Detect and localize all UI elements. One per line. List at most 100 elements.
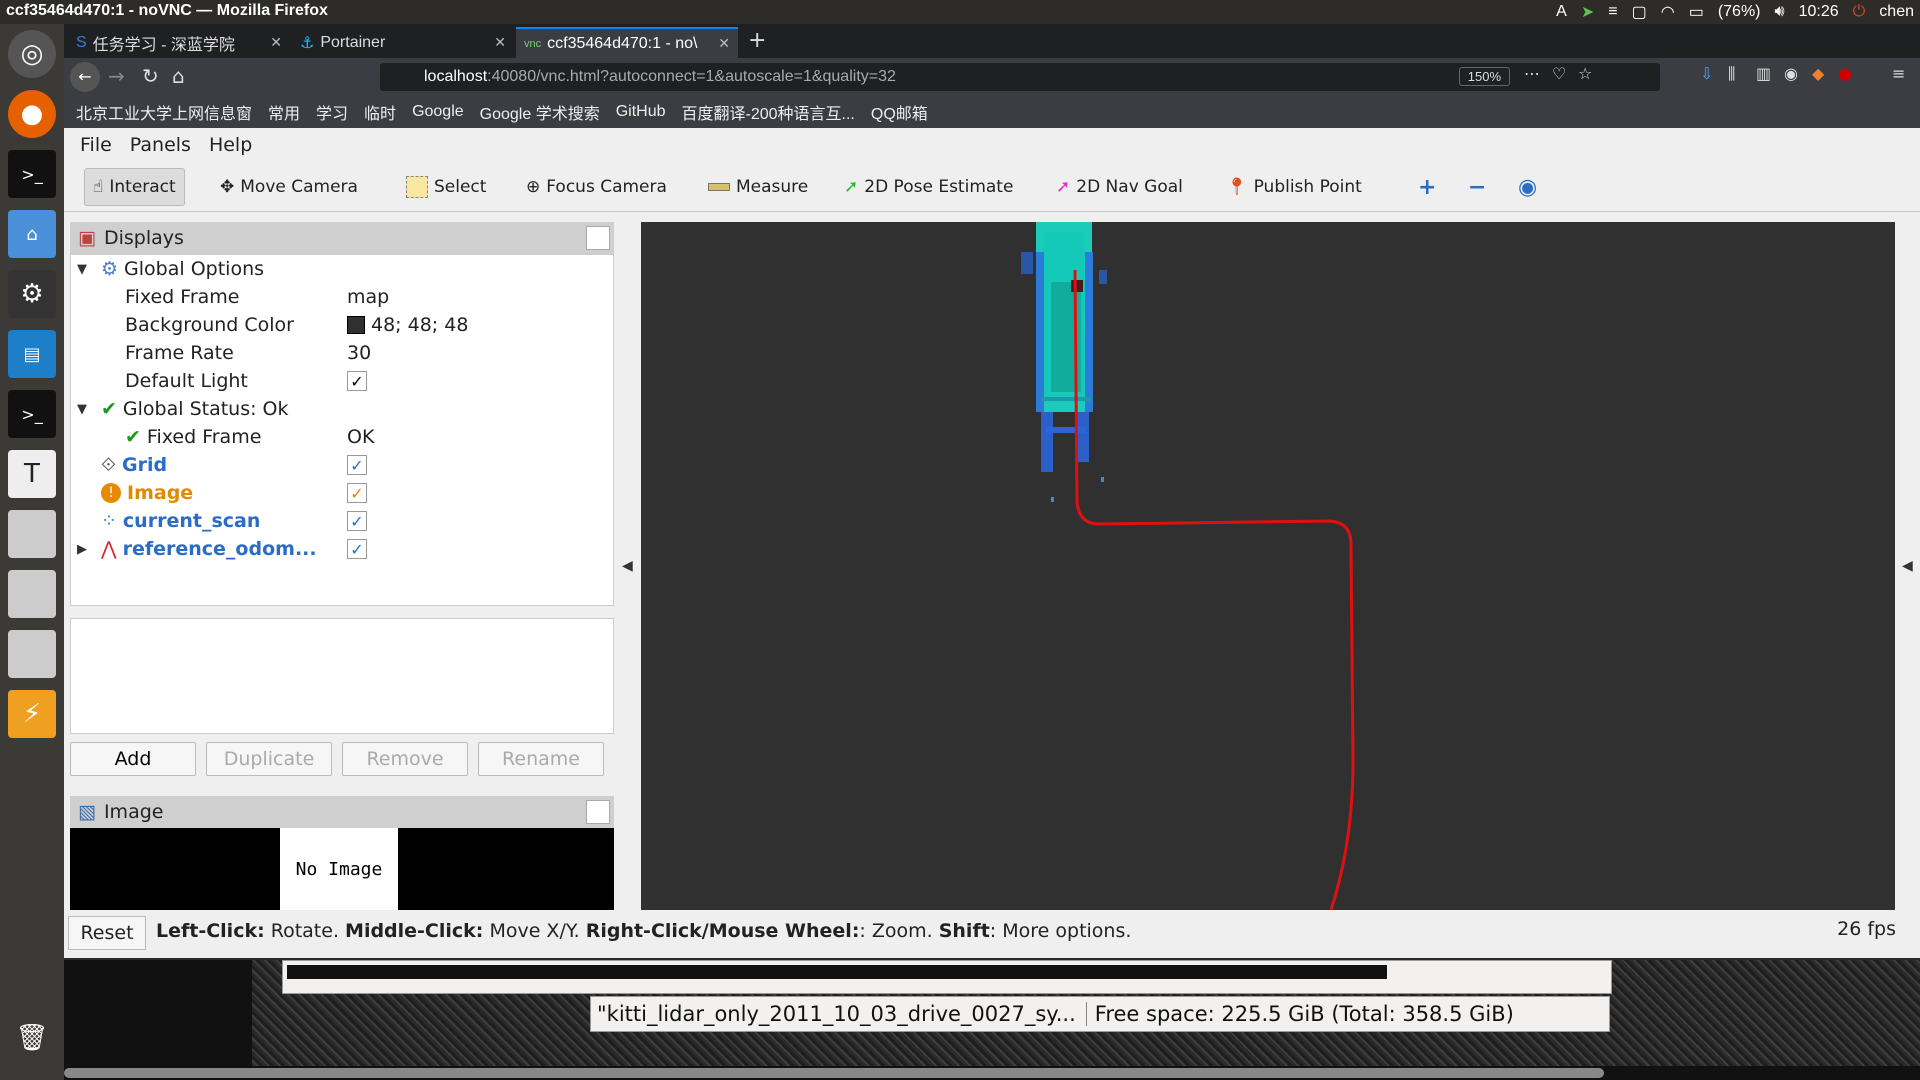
page-horizontal-scrollbar[interactable] — [64, 1068, 1604, 1078]
wifi-icon[interactable]: ◠ — [1661, 2, 1675, 22]
tool-2d-nav-goal[interactable]: ➚ 2D Nav Goal — [1048, 168, 1191, 206]
power-icon[interactable]: ⏻ — [1853, 3, 1866, 21]
vscode-icon[interactable]: ▤ — [8, 330, 56, 378]
tab-deepblue[interactable]: S 任务学习 - 深蓝学院 ✕ — [68, 27, 290, 58]
extension-icon[interactable]: ◆ — [1812, 64, 1824, 83]
window-icon[interactable]: ▢ — [1632, 2, 1647, 22]
menu-panels[interactable]: Panels — [130, 134, 191, 156]
ublock-icon[interactable]: ● — [1838, 64, 1852, 83]
bookmark-item[interactable]: QQ邮箱 — [871, 100, 928, 124]
sidebar-icon[interactable]: ▥ — [1756, 64, 1771, 83]
trash-icon[interactable]: 🗑︎ — [8, 1014, 56, 1062]
zoom-level[interactable]: 150% — [1458, 67, 1510, 86]
bookmark-star-icon[interactable]: ☆ — [1578, 64, 1592, 83]
battery-icon[interactable]: ▭ — [1689, 2, 1704, 22]
bookmark-folder[interactable]: 学习 — [316, 100, 348, 124]
tree-row-grid[interactable]: ⟐ Grid ✓ — [71, 451, 615, 479]
grid-checkbox[interactable]: ✓ — [347, 455, 367, 475]
url-bar[interactable]: localhost:40080/vnc.html?autoconnect=1&a… — [380, 63, 1660, 91]
tree-row-background-color[interactable]: Background Color 48; 48; 48 — [71, 311, 615, 339]
bookmark-item[interactable]: 百度翻译-200种语言互... — [682, 100, 855, 124]
new-tab-icon[interactable]: + — [748, 28, 766, 53]
telegram-icon[interactable]: ➤ — [1581, 2, 1594, 22]
tool-publish-point[interactable]: 📍︎ Publish Point — [1218, 168, 1370, 206]
close-icon[interactable]: ✕ — [718, 35, 730, 52]
image-checkbox[interactable]: ✓ — [347, 483, 367, 503]
text-editor-icon[interactable]: T — [8, 450, 56, 498]
reload-icon[interactable]: ↻ — [142, 64, 159, 88]
collapse-left-icon[interactable]: ◀ — [622, 558, 633, 574]
bookmark-folder[interactable]: 临时 — [364, 100, 396, 124]
user-name[interactable]: chen — [1879, 3, 1914, 21]
tree-row-default-light[interactable]: Default Light ✓ — [71, 367, 615, 395]
bookmark-item[interactable]: Google — [412, 103, 464, 121]
duplicate-button[interactable]: Duplicate — [206, 742, 332, 776]
tree-row-fixed-frame[interactable]: Fixed Frame map — [71, 283, 615, 311]
remove-tool-icon[interactable]: − — [1460, 168, 1494, 206]
tree-row-global-options[interactable]: ▼ ⚙ Global Options — [71, 255, 615, 283]
color-swatch[interactable] — [347, 316, 365, 334]
home-icon[interactable]: ⌂ — [172, 64, 185, 88]
files-icon[interactable]: ⌂ — [8, 210, 56, 258]
terminal2-icon[interactable]: >_ — [8, 390, 56, 438]
current-scan-checkbox[interactable]: ✓ — [347, 511, 367, 531]
float-button[interactable] — [586, 226, 610, 250]
reference-odom-checkbox[interactable]: ✓ — [347, 539, 367, 559]
settings-icon[interactable]: ⚙ — [8, 270, 56, 318]
expand-arrow-icon[interactable]: ▼ — [77, 262, 87, 277]
firefox-icon[interactable]: ● — [8, 90, 56, 138]
bg-color-value[interactable]: 48; 48; 48 — [371, 314, 468, 336]
menu-icon[interactable]: ≡ — [1608, 3, 1617, 21]
drive3-icon[interactable] — [8, 630, 56, 678]
back-icon[interactable]: ← — [70, 62, 100, 92]
bookmark-item[interactable]: Google 学术搜索 — [480, 100, 600, 124]
tree-row-current-scan[interactable]: ⁘ current_scan ✓ — [71, 507, 615, 535]
ubuntu-dash-icon[interactable]: ◎ — [8, 30, 56, 78]
tool-select[interactable]: Select — [398, 168, 494, 206]
tree-row-global-status[interactable]: ▼ ✔ Global Status: Ok — [71, 395, 615, 423]
bookmark-folder[interactable]: 常用 — [268, 100, 300, 124]
tab-novnc[interactable]: vnc ccf35464d470:1 - no\ ✕ — [516, 27, 738, 58]
collapse-right-icon[interactable]: ◀ — [1902, 558, 1913, 574]
volume-icon[interactable]: 🔊︎ — [1775, 3, 1785, 21]
terminal-icon[interactable]: >_ — [8, 150, 56, 198]
remove-button[interactable]: Remove — [342, 742, 468, 776]
close-icon[interactable]: ✕ — [270, 34, 282, 51]
close-icon[interactable]: ✕ — [494, 34, 506, 51]
view-options-eye-icon[interactable]: ◉ — [1510, 168, 1545, 206]
overflow-menu-icon[interactable]: ⋯ — [1524, 64, 1540, 83]
tool-move-camera[interactable]: ✥ Move Camera — [212, 168, 366, 206]
rename-button[interactable]: Rename — [478, 742, 604, 776]
bookmark-item[interactable]: GitHub — [616, 103, 666, 121]
fixed-frame-value[interactable]: map — [347, 286, 389, 308]
frame-rate-value[interactable]: 30 — [347, 342, 371, 364]
keyboard-icon[interactable]: A — [1556, 3, 1567, 21]
right-dock-strip[interactable]: ◀ — [1898, 222, 1920, 910]
add-tool-icon[interactable]: + — [1410, 168, 1444, 206]
hamburger-menu-icon[interactable]: ≡ — [1892, 64, 1905, 83]
tab-portainer[interactable]: ⚓︎ Portainer ✕ — [292, 27, 514, 58]
expand-arrow-icon[interactable]: ▶ — [77, 542, 87, 557]
drive-icon[interactable] — [8, 510, 56, 558]
forward-icon[interactable]: → — [108, 64, 125, 88]
tool-measure[interactable]: Measure — [700, 168, 816, 206]
clock[interactable]: 10:26 — [1799, 3, 1839, 21]
pocket-icon[interactable]: ♡ — [1552, 64, 1566, 83]
menu-file[interactable]: File — [80, 134, 112, 156]
file-manager-scrollbar[interactable] — [287, 965, 1387, 979]
tool-2d-pose-estimate[interactable]: ➚ 2D Pose Estimate — [836, 168, 1021, 206]
reset-button[interactable]: Reset — [68, 916, 146, 950]
add-button[interactable]: Add — [70, 742, 196, 776]
account-icon[interactable]: ◉ — [1784, 64, 1798, 83]
dock-splitter[interactable]: ◀ — [616, 222, 644, 910]
default-light-checkbox[interactable]: ✓ — [347, 371, 367, 391]
tree-row-status-fixed-frame[interactable]: ✔ Fixed Frame OK — [71, 423, 615, 451]
download-icon[interactable]: ⇩ — [1700, 64, 1713, 83]
tree-row-reference-odom[interactable]: ▶ ⋀ reference_odom... ✓ — [71, 535, 615, 563]
tree-row-image[interactable]: ! Image ✓ — [71, 479, 615, 507]
tree-row-frame-rate[interactable]: Frame Rate 30 — [71, 339, 615, 367]
bookmark-item[interactable]: 北京工业大学上网信息窗 — [76, 100, 252, 124]
drive2-icon[interactable] — [8, 570, 56, 618]
library-icon[interactable]: ⫼ — [1728, 64, 1735, 84]
tool-focus-camera[interactable]: ⊕ Focus Camera — [518, 168, 675, 206]
